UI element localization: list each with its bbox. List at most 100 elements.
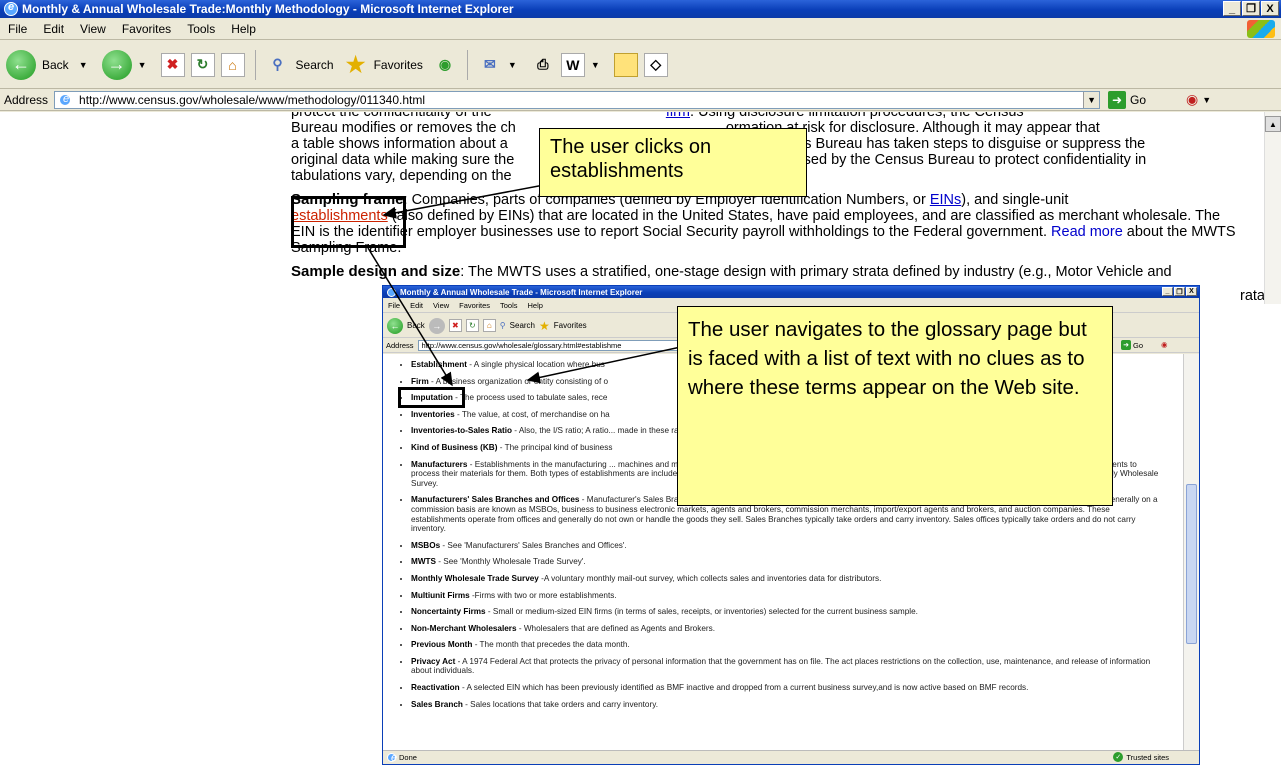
glossary-go-arrow-icon[interactable]: ➜ [1121, 340, 1131, 350]
list-item: Reactivation - A selected EIN which has … [411, 683, 1164, 693]
messenger-icon[interactable]: ◇ [643, 52, 668, 77]
restore-button[interactable]: ❐ [1242, 1, 1260, 16]
list-item: Non-Merchant Wholesalers - Wholesalers t… [411, 624, 1164, 634]
glossary-go-label[interactable]: Go [1133, 341, 1143, 350]
glossary-window-title: Monthly & Annual Wholesale Trade - Micro… [400, 287, 643, 297]
menu-tools[interactable]: Tools [179, 22, 223, 36]
glossary-forward-arrow-icon[interactable]: → [428, 317, 445, 334]
menu-view[interactable]: View [72, 22, 114, 36]
eins-link[interactable]: EINs [930, 192, 961, 208]
menu-edit[interactable]: Edit [35, 22, 72, 36]
security-zone: ✓ Trusted sites [1113, 752, 1169, 762]
menu-file[interactable]: File [0, 22, 35, 36]
toolbar-extension-icon[interactable]: ◉ [1186, 91, 1198, 108]
main-toolbar: ← Back ▼ → ▼ ✖ ↻ ⌂ ⚲ Search ★ Favorites … [0, 41, 1281, 89]
sampling-frame-highlight [291, 196, 406, 248]
main-scrollbar[interactable]: ▲ [1264, 112, 1281, 304]
main-title-bar: Monthly & Annual Wholesale Trade:Monthly… [0, 0, 1281, 18]
glossary-close-button[interactable]: X [1186, 287, 1197, 296]
glossary-scrollbar[interactable] [1183, 354, 1199, 750]
mail-icon[interactable]: ✉ [478, 53, 502, 77]
trusted-check-icon: ✓ [1113, 752, 1124, 762]
glossary-menu-help[interactable]: Help [523, 301, 548, 310]
list-item: MWTS - See 'Monthly Wholesale Trade Surv… [411, 557, 1164, 567]
main-menu-bar: File Edit View Favorites Tools Help [0, 18, 1281, 40]
glossary-status-bar: Done ✓ Trusted sites [383, 750, 1199, 764]
main-window-title: Monthly & Annual Wholesale Trade:Monthly… [22, 2, 514, 16]
glossary-restore-button[interactable]: ❐ [1174, 287, 1185, 296]
glossary-menu-file[interactable]: File [383, 301, 405, 310]
list-item: Privacy Act - A 1974 Federal Act that pr… [411, 657, 1164, 676]
edit-icon[interactable]: W [560, 52, 585, 77]
glossary-scroll-thumb[interactable] [1186, 484, 1197, 644]
glossary-favorites-label[interactable]: Favorites [554, 321, 587, 330]
status-page-icon [387, 752, 397, 764]
address-input[interactable]: http://www.census.gov/wholesale/www/meth… [54, 90, 1101, 109]
address-label: Address [4, 92, 49, 107]
search-icon[interactable]: ⚲ [266, 53, 290, 77]
favorites-star-icon[interactable]: ★ [344, 52, 368, 77]
firm-link[interactable]: firm [666, 112, 690, 120]
extension-dropdown-icon[interactable]: ▼ [1202, 95, 1211, 105]
go-label[interactable]: Go [1130, 93, 1146, 107]
print-icon[interactable]: ⎙ [531, 53, 555, 77]
refresh-icon[interactable]: ↻ [190, 52, 215, 77]
address-url[interactable]: http://www.census.gov/wholesale/www/meth… [79, 93, 425, 107]
stop-icon[interactable]: ✖ [160, 52, 185, 77]
status-text: Done [399, 753, 417, 762]
forward-arrow-icon[interactable]: → [101, 49, 132, 80]
callout-clicks-establishments: The user clicks on establishments [539, 128, 807, 197]
list-item: Multiunit Firms -Firms with two or more … [411, 591, 1164, 601]
home-icon[interactable]: ⌂ [220, 52, 245, 77]
minimize-button[interactable]: _ [1223, 1, 1241, 16]
close-button[interactable]: X [1261, 1, 1279, 16]
go-button[interactable]: ➜ Go [1108, 90, 1146, 109]
back-dropdown-icon[interactable]: ▼ [79, 60, 88, 70]
glossary-menu-view[interactable]: View [428, 301, 454, 310]
mail-dropdown-icon[interactable]: ▼ [508, 60, 517, 70]
glossary-back-arrow-icon[interactable]: ← [387, 317, 403, 334]
menu-help[interactable]: Help [223, 22, 264, 36]
glossary-menu-favorites[interactable]: Favorites [454, 301, 495, 310]
glossary-back-label[interactable]: Back [407, 321, 425, 330]
sample-design-paragraph: Sample design and size: The MWTS uses a … [291, 263, 1172, 281]
glossary-menu-tools[interactable]: Tools [495, 301, 523, 310]
list-item: Sales Branch - Sales locations that take… [411, 700, 1164, 710]
glossary-extension-icon[interactable]: ◉ [1161, 340, 1168, 349]
edit-dropdown-icon[interactable]: ▼ [591, 60, 600, 70]
callout-glossary-navigation: The user navigates to the glossary page … [677, 306, 1113, 506]
go-arrow-icon[interactable]: ➜ [1108, 90, 1127, 109]
windows-flag-icon [1247, 20, 1275, 38]
media-icon[interactable]: ◉ [433, 53, 457, 77]
glossary-search-label[interactable]: Search [510, 321, 535, 330]
glossary-minimize-button[interactable]: _ [1162, 287, 1173, 296]
glossary-stop-icon[interactable]: ✖ [448, 319, 462, 332]
glossary-refresh-icon[interactable]: ↻ [465, 319, 479, 332]
glossary-term-highlight [398, 387, 465, 408]
glossary-go-button[interactable]: ➜ Go [1121, 340, 1143, 350]
back-button-label[interactable]: Back [42, 58, 69, 72]
list-item: Noncertainty Firms - Small or medium-siz… [411, 607, 1164, 617]
glossary-menu-edit[interactable]: Edit [405, 301, 428, 310]
page-icon [59, 93, 72, 106]
back-arrow-icon[interactable]: ← [6, 49, 36, 80]
folder-icon[interactable] [613, 52, 638, 77]
zone-label: Trusted sites [1126, 752, 1169, 762]
list-item: Previous Month - The month that precedes… [411, 640, 1164, 650]
glossary-favorites-star-icon[interactable]: ★ [539, 319, 550, 333]
list-item: MSBOs - See 'Manufacturers' Sales Branch… [411, 541, 1164, 551]
glossary-home-icon[interactable]: ⌂ [482, 319, 496, 332]
favorites-button-label[interactable]: Favorites [374, 58, 423, 72]
forward-dropdown-icon[interactable]: ▼ [138, 60, 147, 70]
menu-favorites[interactable]: Favorites [114, 22, 179, 36]
scroll-up-arrow-icon[interactable]: ▲ [1265, 116, 1281, 132]
glossary-ie-logo-icon [387, 287, 396, 297]
ie-logo-icon [4, 1, 18, 16]
glossary-title-bar: Monthly & Annual Wholesale Trade - Micro… [383, 286, 1199, 298]
sample-design-term: Sample design and size [291, 263, 461, 280]
read-more-link[interactable]: Read more [1051, 224, 1123, 240]
sample-design-overflow-text: rata [1240, 288, 1265, 304]
search-button-label[interactable]: Search [296, 58, 334, 72]
glossary-search-icon[interactable]: ⚲ [500, 321, 506, 330]
address-dropdown-icon[interactable]: ▼ [1083, 91, 1100, 108]
